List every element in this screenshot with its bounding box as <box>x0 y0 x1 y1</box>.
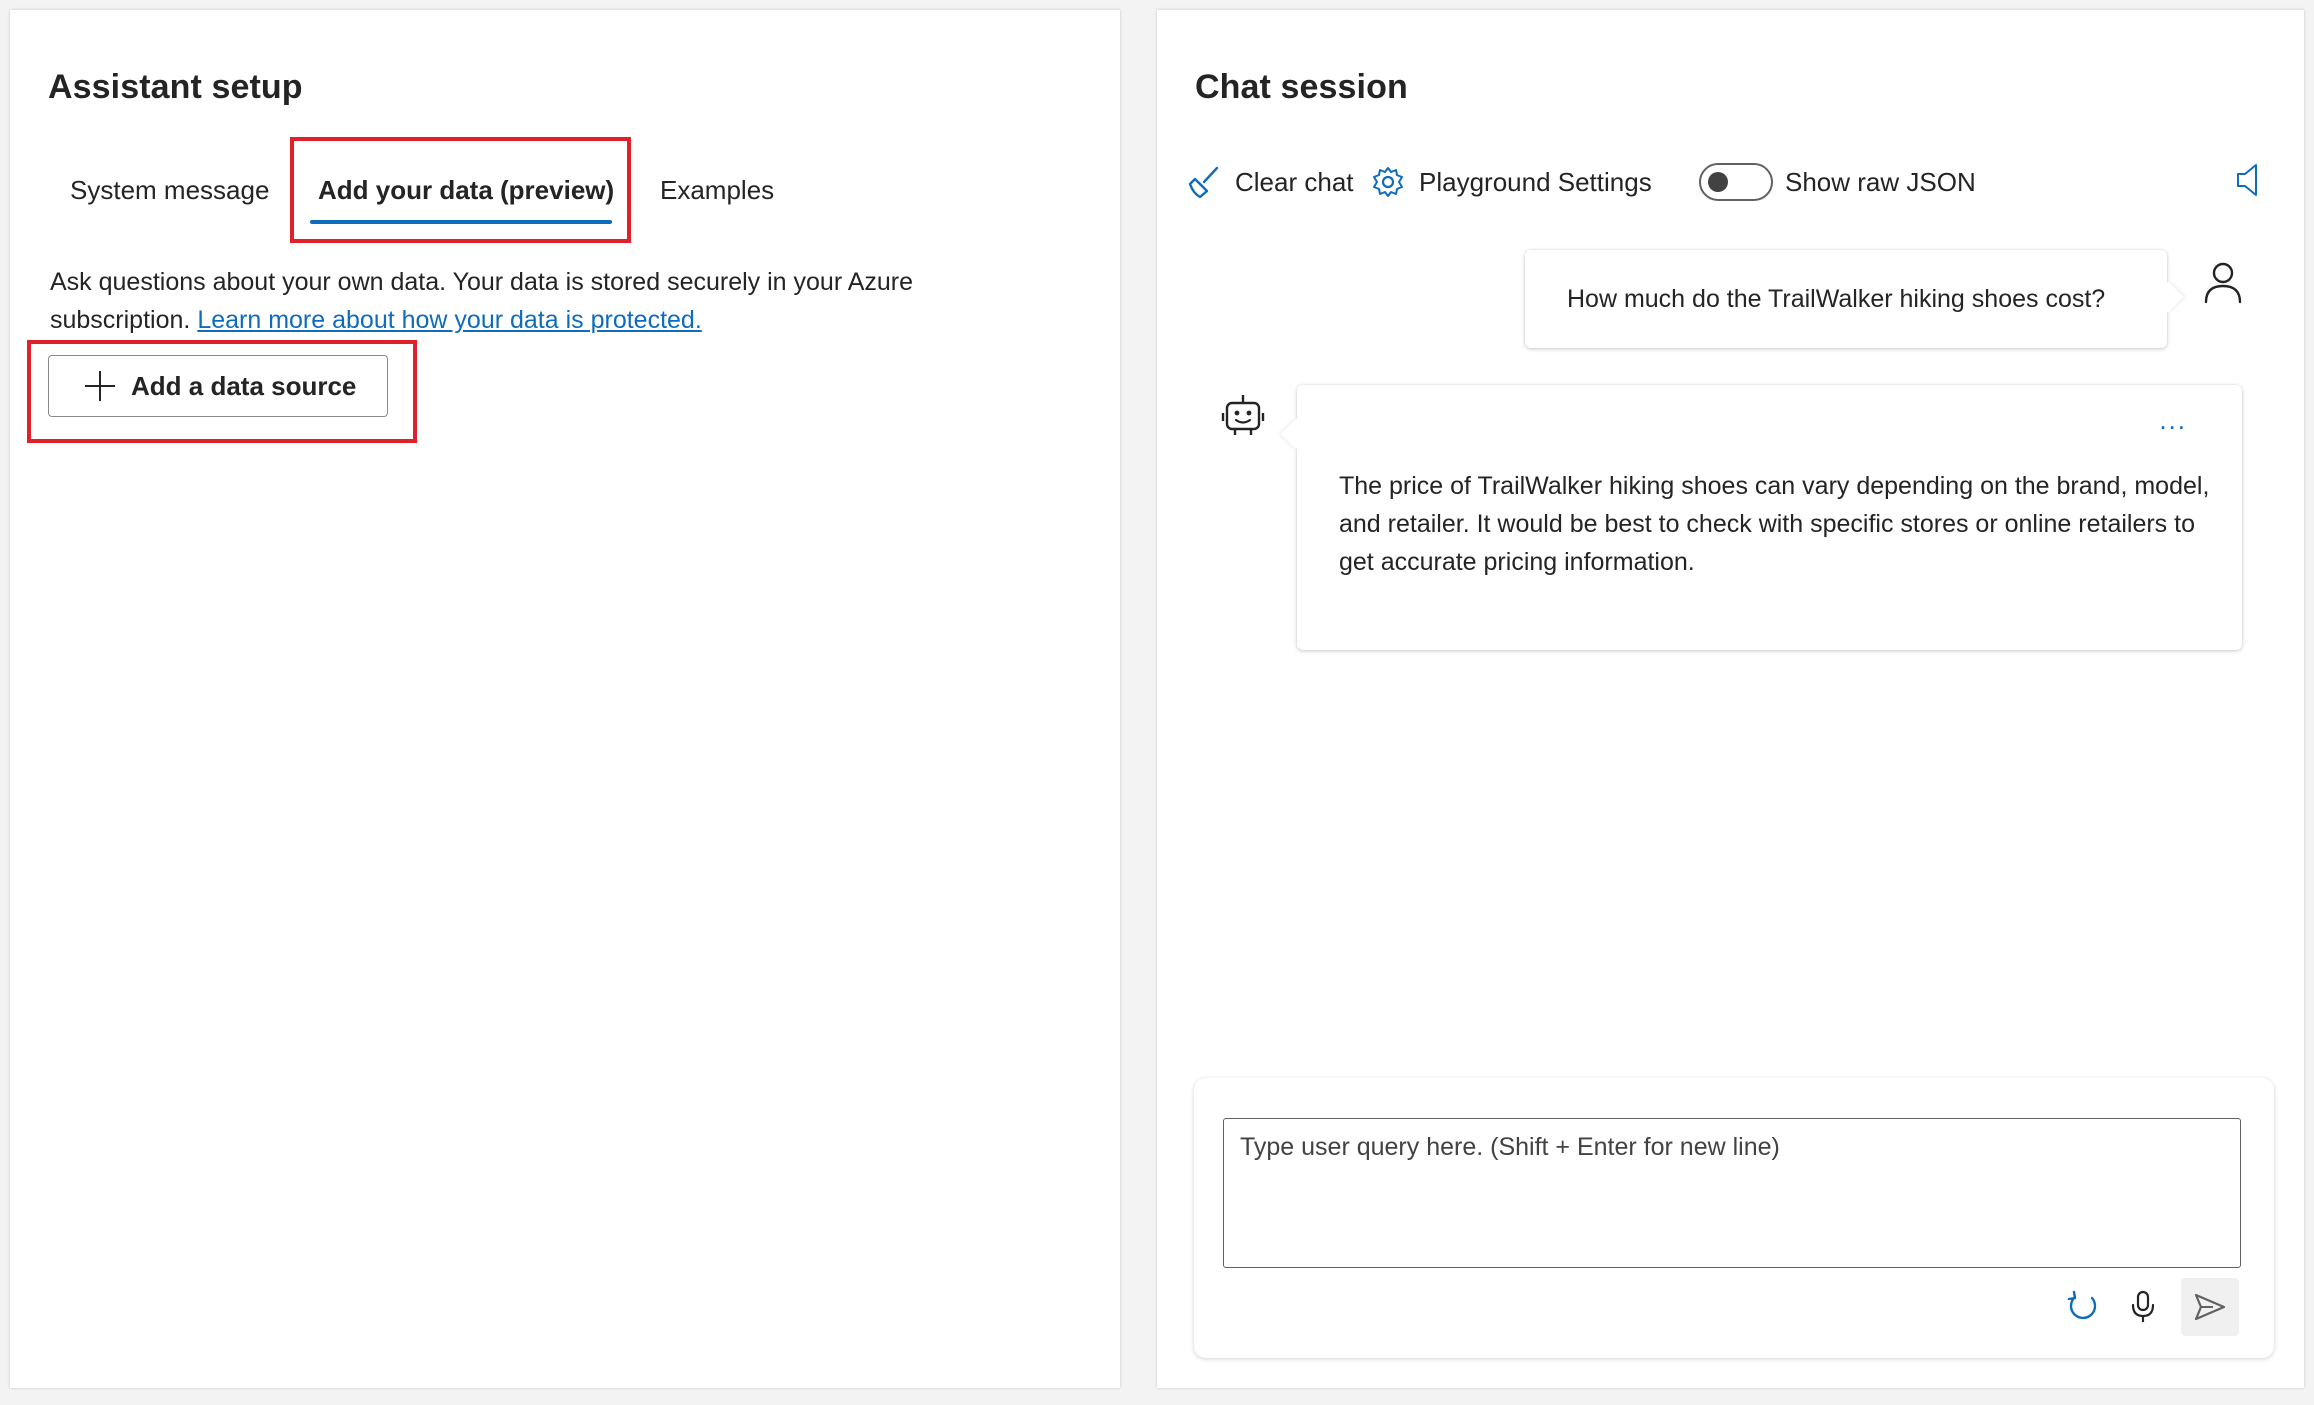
broom-icon <box>1188 166 1219 199</box>
user-message-bubble: How much do the TrailWalker hiking shoes… <box>1525 250 2167 348</box>
plus-icon <box>85 371 115 401</box>
panel-title: Chat session <box>1195 68 1408 106</box>
clear-chat-button[interactable]: Clear chat <box>1187 155 1354 209</box>
speaker-icon[interactable] <box>2234 162 2264 203</box>
assistant-setup-panel: Assistant setup System message Add your … <box>10 10 1120 1388</box>
data-description: Ask questions about your own data. Your … <box>50 263 1050 339</box>
playground-settings-label: Playground Settings <box>1419 166 1652 197</box>
assistant-message-bubble: ... The price of TrailWalker hiking shoe… <box>1297 385 2242 650</box>
microphone-icon <box>2131 1290 2155 1322</box>
user-message-text: How much do the TrailWalker hiking shoes… <box>1567 284 2106 313</box>
assistant-message-text: The price of TrailWalker hiking shoes ca… <box>1339 472 2210 576</box>
user-query-input[interactable] <box>1223 1118 2241 1268</box>
tab-examples[interactable]: Examples <box>660 160 774 220</box>
send-icon <box>2194 1293 2226 1321</box>
tab-system-message[interactable]: System message <box>70 160 269 220</box>
show-raw-json-toggle[interactable]: Show raw JSON <box>1699 155 1976 209</box>
person-icon <box>2202 260 2244 309</box>
learn-more-link[interactable]: Learn more about how your data is protec… <box>197 306 701 334</box>
refresh-icon <box>2067 1290 2097 1320</box>
bot-icon <box>1221 393 1265 444</box>
more-options-button[interactable]: ... <box>2159 405 2187 436</box>
chat-toolbar: Clear chat Playground Settings Show raw … <box>1187 155 2287 209</box>
playground-settings-button[interactable]: Playground Settings <box>1371 155 1652 209</box>
add-data-source-label: Add a data source <box>131 370 357 401</box>
refresh-button[interactable] <box>2054 1278 2112 1336</box>
toggle-knob <box>1708 172 1728 192</box>
gear-icon <box>1373 167 1403 197</box>
clear-chat-label: Clear chat <box>1235 166 1354 197</box>
highlight-box-tab <box>290 137 631 243</box>
add-data-source-button[interactable]: Add a data source <box>48 355 388 417</box>
panel-title: Assistant setup <box>48 68 303 106</box>
chat-session-panel: Chat session Clear chat Playground Setti… <box>1157 10 2304 1388</box>
send-button[interactable] <box>2181 1278 2239 1336</box>
show-raw-json-label: Show raw JSON <box>1785 166 1976 197</box>
toggle-switch[interactable] <box>1699 163 1773 201</box>
chat-input-card <box>1194 1078 2274 1358</box>
microphone-button[interactable] <box>2114 1278 2172 1336</box>
